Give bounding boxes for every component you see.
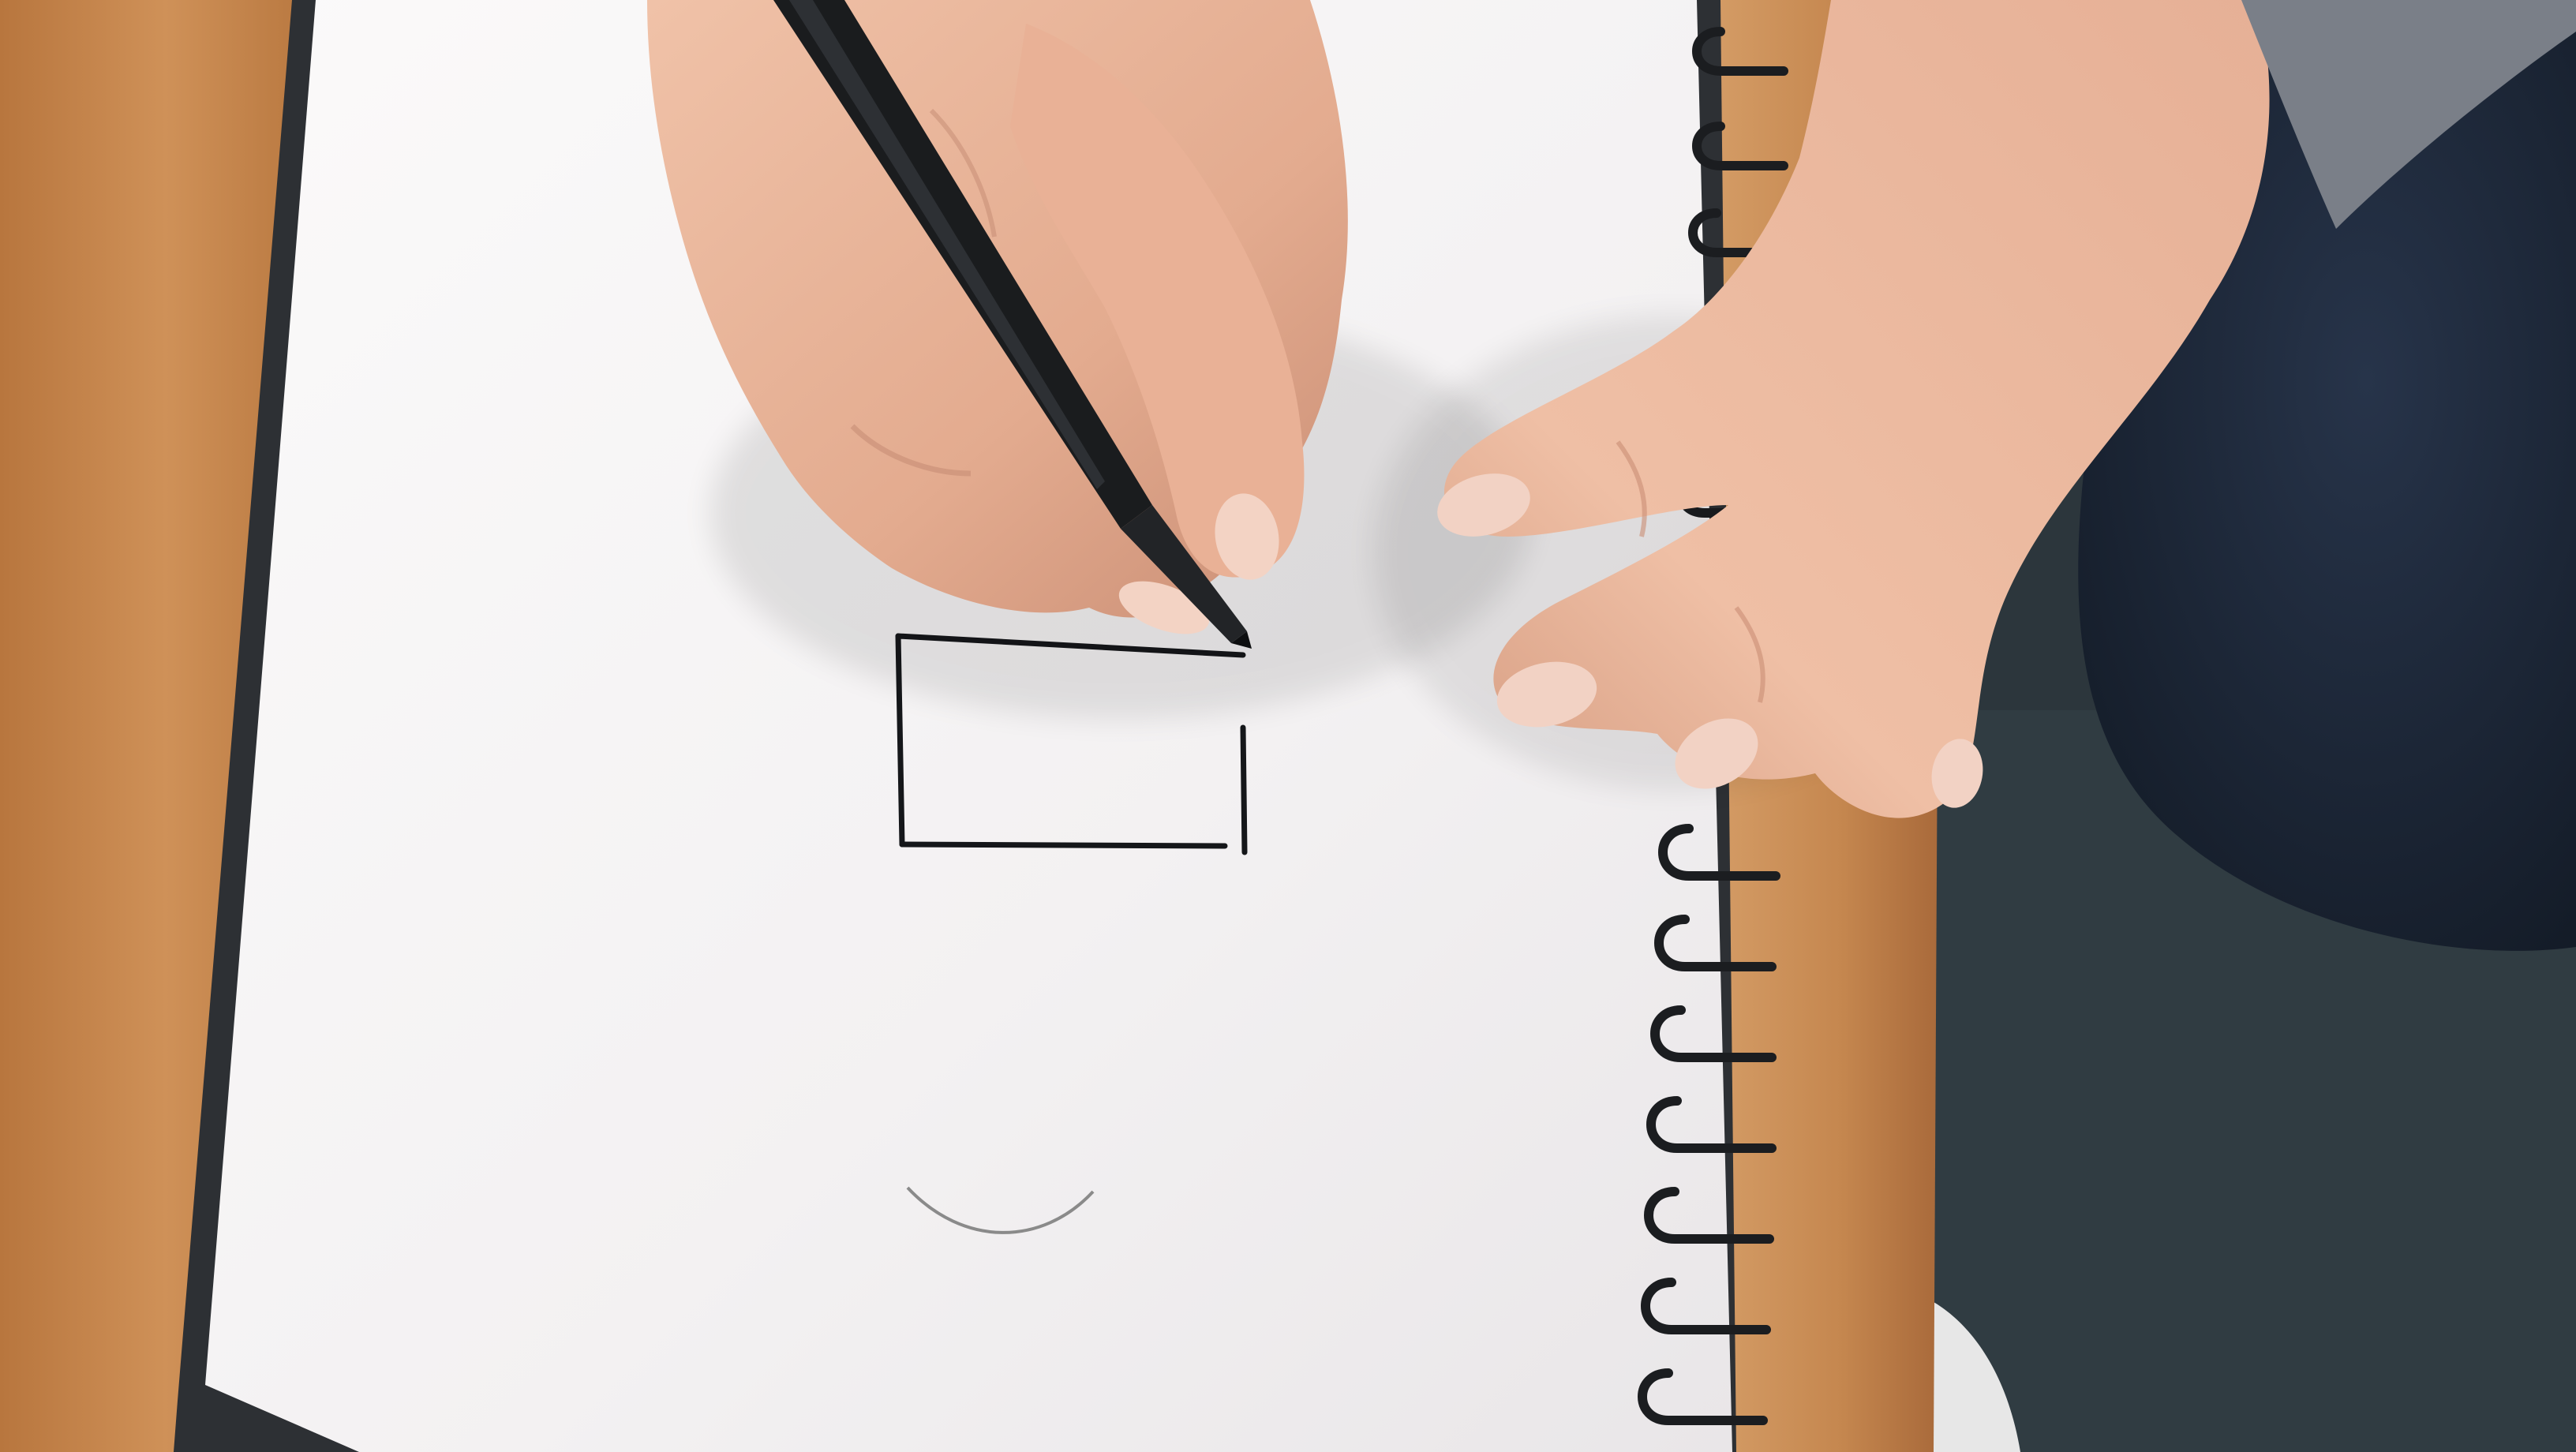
photo-scene	[0, 0, 2576, 1452]
